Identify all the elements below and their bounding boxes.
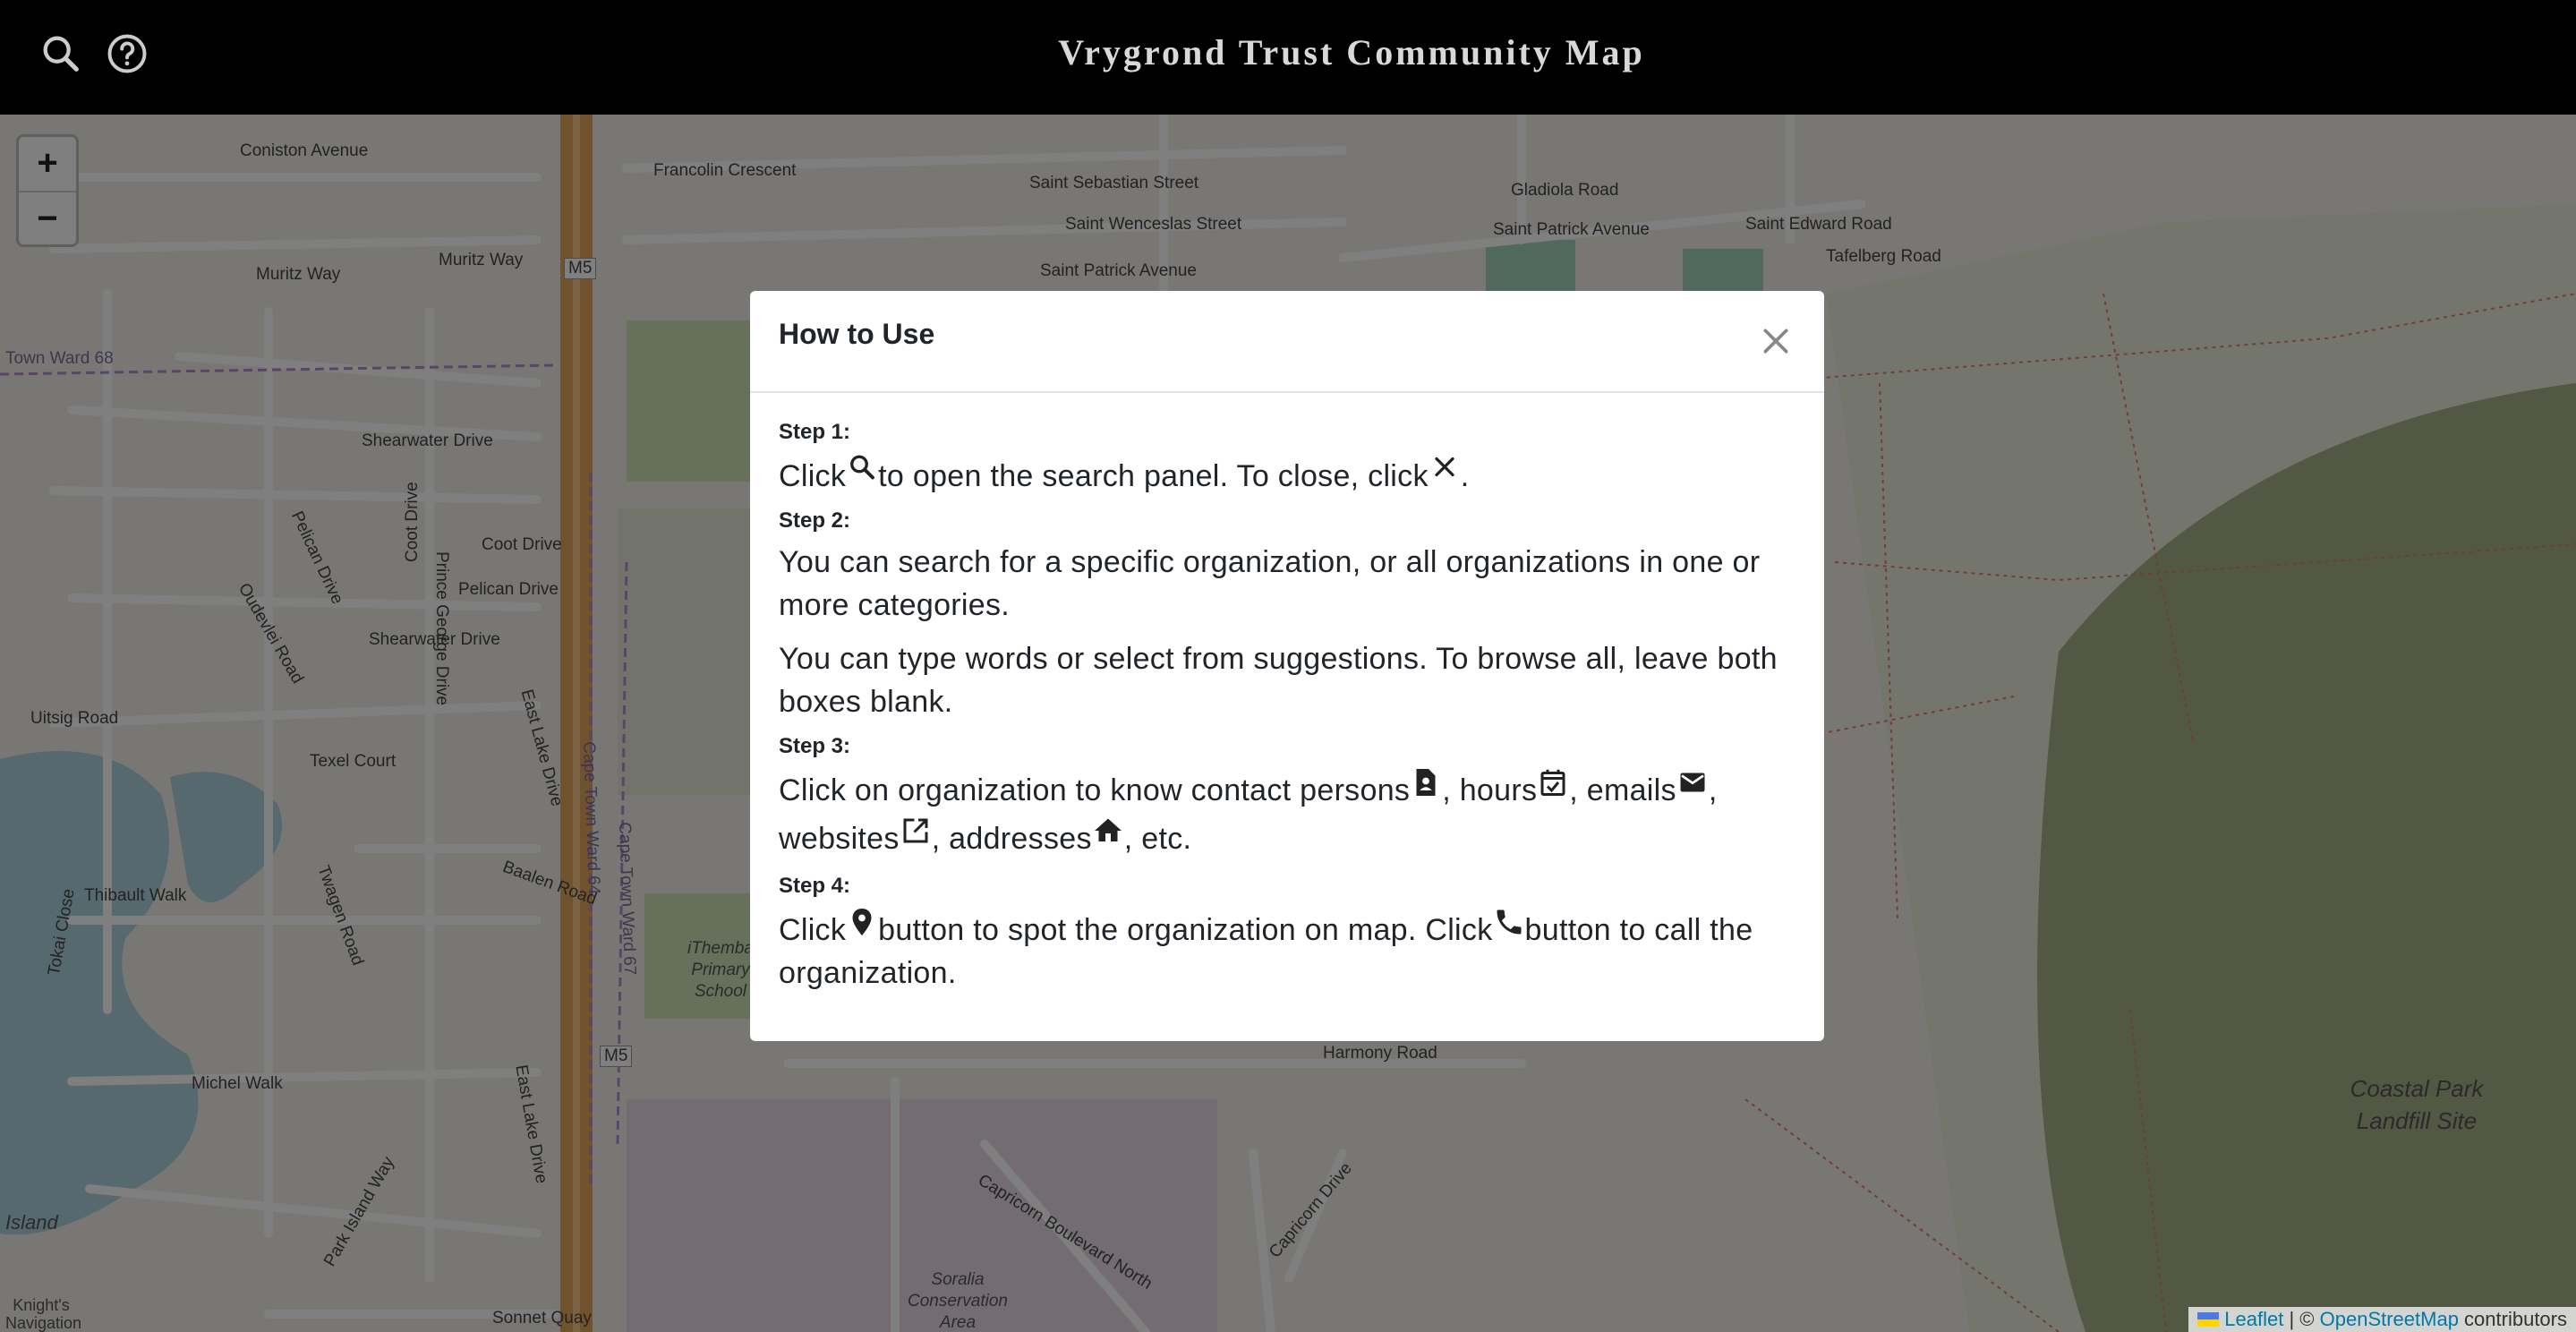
contact-person-icon — [1410, 766, 1442, 798]
step-3-text-e: websites — [779, 822, 900, 856]
email-icon — [1676, 766, 1709, 798]
leaflet-link[interactable]: Leaflet — [2224, 1308, 2283, 1330]
ukraine-flag-icon — [2197, 1312, 2220, 1327]
open-in-new-icon — [900, 815, 932, 847]
osm-link[interactable]: OpenStreetMap — [2320, 1308, 2459, 1330]
search-icon — [846, 452, 878, 484]
home-icon — [1092, 815, 1124, 847]
close-icon — [1429, 452, 1461, 484]
step-4-text-b: button to spot the organization on map. … — [878, 913, 1493, 947]
step-3-text-f: , addresses — [931, 822, 1092, 856]
step-3-text-d: , — [1708, 773, 1718, 807]
step-1-text-c: . — [1460, 459, 1470, 493]
step-3-text-c: , emails — [1569, 773, 1676, 807]
attribution-contributors: contributors — [2458, 1308, 2567, 1330]
step-2-text-2: You can type words or select from sugges… — [779, 642, 1778, 719]
step-2-text-1: You can search for a specific organizati… — [779, 545, 1761, 622]
step-1-label: Step 1: — [779, 420, 851, 444]
map-pin-icon — [846, 906, 878, 938]
help-modal: How to Use Step 1: Click to open the sear… — [750, 291, 1824, 1041]
top-bar: Vrygrond Trust Community Map — [0, 0, 2576, 115]
modal-header: How to Use — [750, 291, 1824, 393]
attribution-sep: | © — [2283, 1308, 2320, 1330]
step-3-label: Step 3: — [779, 734, 851, 758]
step-1-text: Click to open the search panel. To close,… — [779, 452, 1799, 498]
modal-body: Step 1: Click to open the search panel. T… — [779, 420, 1799, 1005]
step-3-text: Click on organization to know contact pe… — [779, 766, 1799, 863]
step-3-text-g: , etc. — [1123, 822, 1192, 856]
calendar-check-icon — [1537, 766, 1569, 798]
step-1-text-a: Click — [779, 459, 847, 493]
map-attribution: Leaflet | © OpenStreetMap contributors — [2188, 1307, 2576, 1332]
phone-icon — [1493, 906, 1525, 938]
step-3-text-b: , hours — [1442, 773, 1538, 807]
step-3-text-a: Click on organization to know contact pe… — [779, 773, 1411, 807]
modal-title: How to Use — [779, 318, 935, 350]
app-title: Vrygrond Trust Community Map — [1058, 32, 1645, 73]
step-1-text-b: to open the search panel. To close, clic… — [878, 459, 1429, 493]
step-2-label: Step 2: — [779, 508, 851, 533]
close-icon[interactable] — [1758, 323, 1794, 359]
step-4-text: Click button to spot the organization on … — [779, 906, 1799, 995]
step-4-label: Step 4: — [779, 874, 851, 898]
step-4-text-a: Click — [779, 913, 847, 947]
